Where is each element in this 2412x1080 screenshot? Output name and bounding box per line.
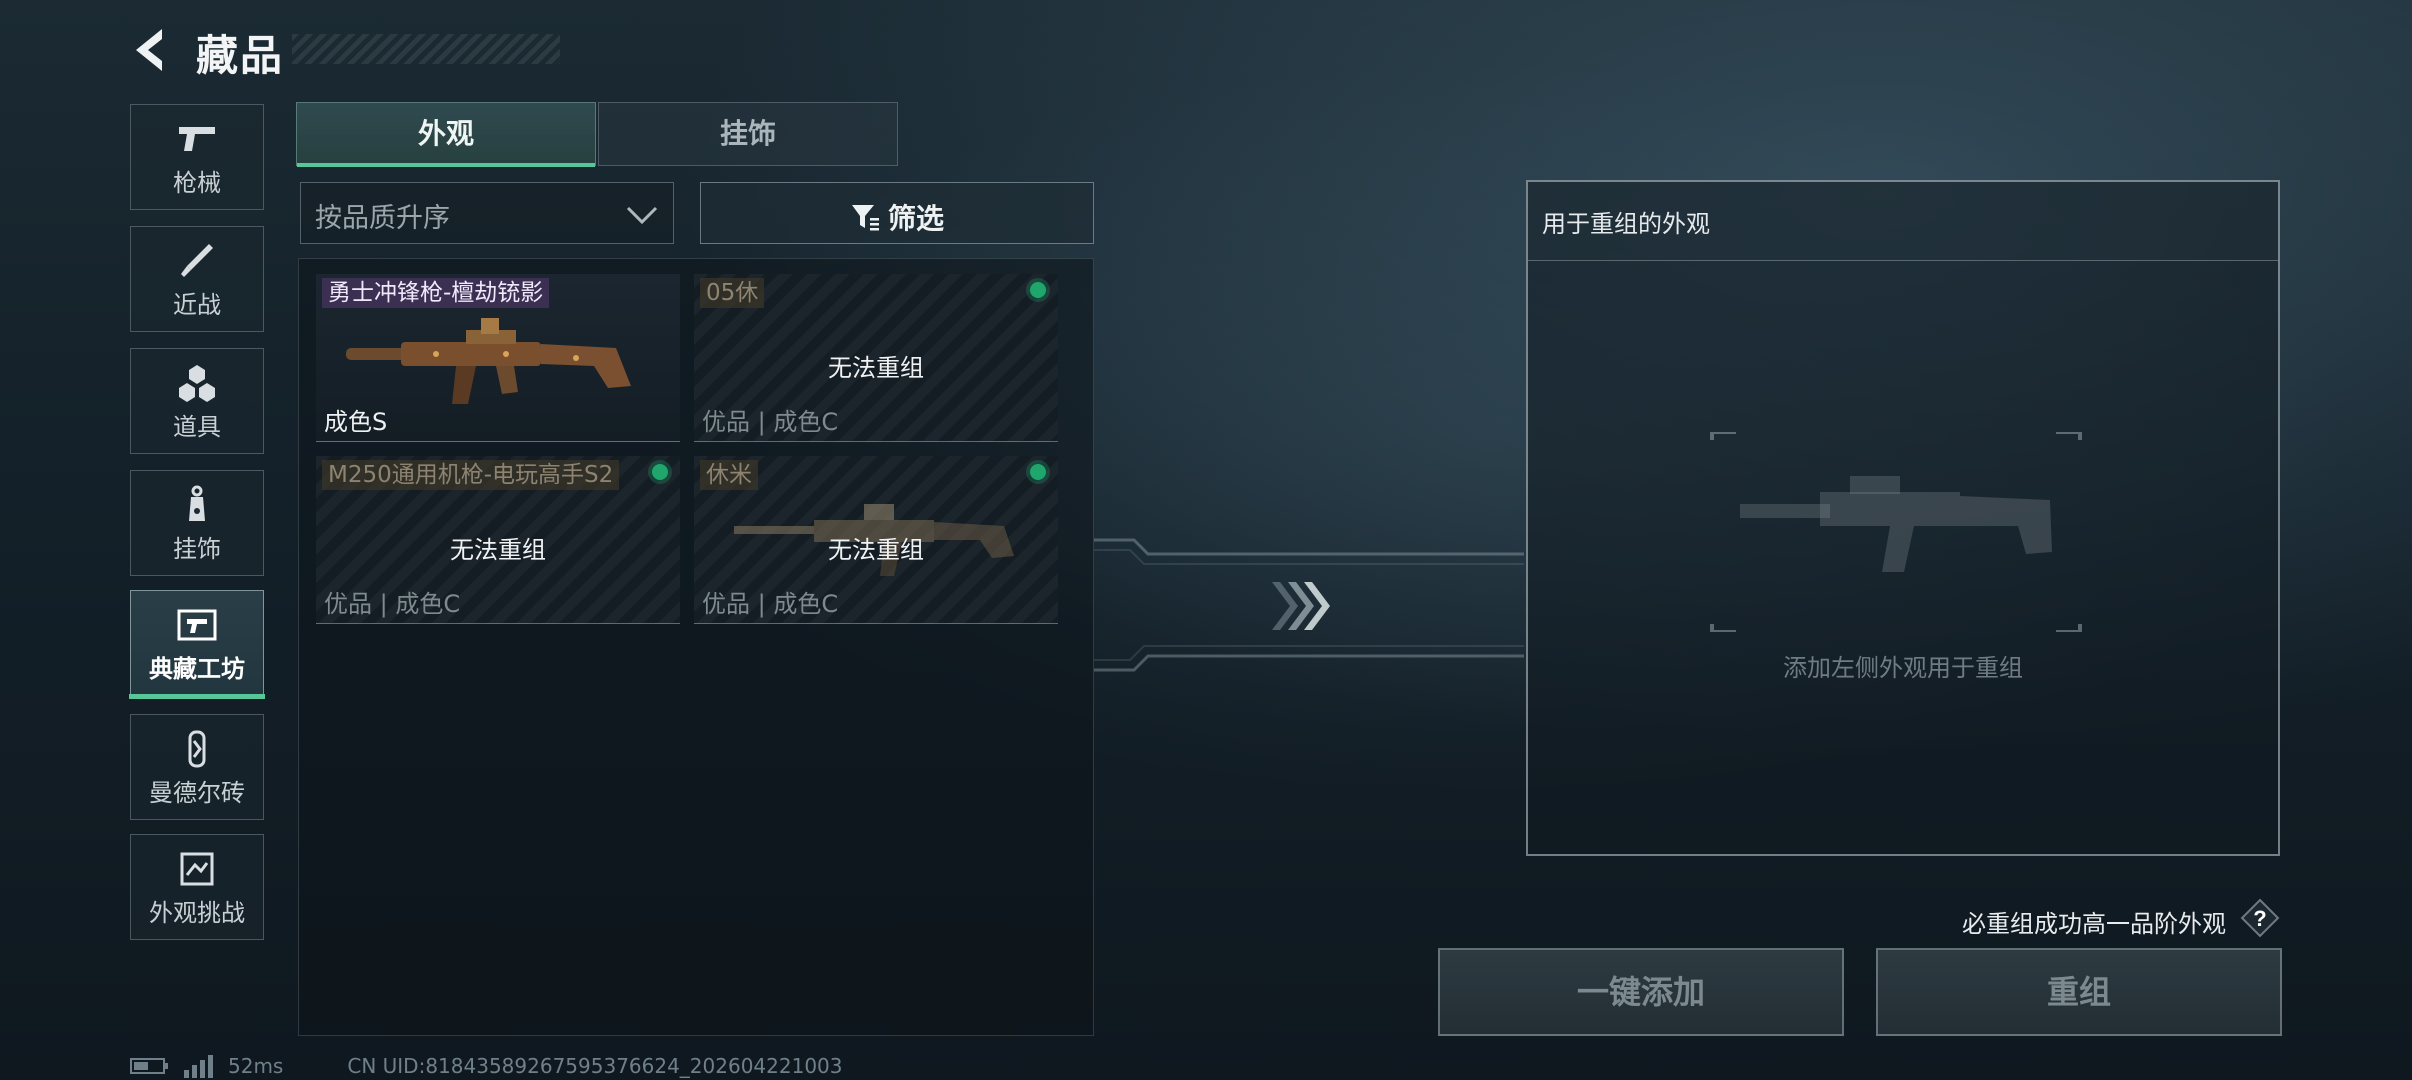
chevron-down-icon [626, 206, 658, 225]
status-dot-icon [1030, 464, 1046, 480]
sidebar-item-label: 挂饰 [173, 535, 221, 563]
sidebar-item-workshop[interactable]: 典藏工坊 [129, 590, 265, 699]
skin-name: 勇士冲锋枪-檀劫铳影 [322, 278, 550, 308]
recompose-panel-title: 用于重组的外观 [1542, 210, 1710, 238]
skin-grade: 优品 | 成色C [702, 408, 839, 436]
skin-name: M250通用机枪-电玩高手S2 [322, 460, 620, 490]
status-bar: 52ms CN UID:818435892675953766​24_202604… [130, 1054, 843, 1078]
sidebar-item-mandel-brick[interactable]: 曼德尔砖 [130, 714, 264, 820]
sidebar-item-label: 外观挑战 [149, 899, 245, 927]
auto-add-button[interactable]: 一键添加 [1438, 948, 1844, 1036]
knife-icon [181, 244, 213, 277]
status-dot-icon [1030, 282, 1046, 298]
sidebar-item-melee[interactable]: 近战 [130, 226, 264, 332]
recompose-placeholder: 添加左侧外观用于重组 [1783, 654, 2023, 682]
skin-card[interactable]: 05休 无法重组 优品 | 成色C [694, 274, 1058, 442]
workshop-icon [177, 609, 217, 641]
charm-icon [189, 485, 205, 521]
recompose-status: 无法重组 [828, 354, 924, 382]
pistol-icon [179, 127, 215, 151]
battery-icon [130, 1058, 168, 1074]
status-dot-icon [652, 464, 668, 480]
filter-icon [851, 205, 879, 231]
skin-grade: 优品 | 成色C [702, 590, 839, 618]
tab-charms[interactable]: 挂饰 [598, 102, 898, 166]
sidebar-item-items[interactable]: 道具 [130, 348, 264, 454]
recompose-note: 必重组成功高一品阶外观 [1962, 910, 2226, 938]
page-title: 藏品 [196, 31, 285, 80]
skin-name: 05休 [700, 278, 765, 308]
help-icon[interactable]: ? [2240, 898, 2280, 938]
forward-arrows-icon [1272, 582, 1330, 630]
ping-value: 52ms [228, 1054, 284, 1078]
empty-slot-rifle-icon[interactable] [1700, 432, 2092, 632]
recompose-button[interactable]: 重组 [1876, 948, 2282, 1036]
skin-grade: 成色S [324, 408, 388, 436]
skin-grade: 优品 | 成色C [324, 590, 461, 618]
sidebar-item-guns[interactable]: 枪械 [130, 104, 264, 210]
sidebar-item-label: 典藏工坊 [149, 655, 245, 683]
back-arrow-icon[interactable] [128, 25, 172, 75]
cubes-icon [179, 365, 215, 402]
sort-label: 按品质升序 [315, 203, 450, 234]
filter-label: 筛选 [887, 202, 944, 235]
sidebar-item-label: 枪械 [173, 169, 221, 197]
sidebar-item-skin-challenge[interactable]: 外观挑战 [130, 834, 264, 940]
svg-text:?: ? [2253, 906, 2266, 931]
title-decoration [292, 34, 560, 64]
signal-icon [184, 1055, 213, 1078]
sort-dropdown[interactable]: 按品质升序 [300, 182, 674, 244]
sidebar-item-label: 曼德尔砖 [149, 779, 245, 807]
sidebar-item-label: 道具 [173, 413, 221, 441]
uid-text: CN UID:818435892675953766​24_20260422100… [347, 1054, 843, 1078]
tab-appearance[interactable]: 外观 [296, 102, 596, 167]
smg-skin-image [346, 318, 631, 404]
challenge-icon [180, 852, 214, 886]
skin-card[interactable]: 勇士冲锋枪-檀劫铳影 成色S [316, 274, 680, 442]
filter-button[interactable]: 筛选 [700, 182, 1094, 244]
skin-name: 休米 [700, 460, 758, 490]
sidebar-item-charms[interactable]: 挂饰 [130, 470, 264, 576]
skin-card[interactable]: 休米 无法重组 优品 | 成色C [694, 456, 1058, 624]
recompose-status: 无法重组 [450, 536, 546, 564]
sidebar-item-label: 近战 [173, 291, 221, 319]
recompose-status: 无法重组 [828, 536, 924, 564]
skin-card[interactable]: M250通用机枪-电玩高手S2 无法重组 优品 | 成色C [316, 456, 680, 624]
brick-icon [188, 730, 206, 768]
